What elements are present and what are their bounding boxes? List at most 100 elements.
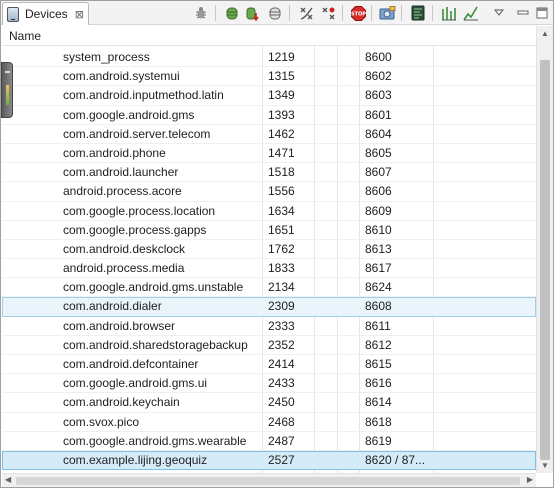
table-row[interactable]: com.google.android.gms.ui 2433 8616	[2, 374, 536, 394]
process-name: com.android.keychain	[63, 395, 180, 410]
view-toolbar: Devices ⊠ STOP	[1, 1, 553, 25]
systrace-icon[interactable]	[409, 4, 427, 22]
threads-icon[interactable]	[297, 4, 315, 22]
process-pid: 2450	[268, 395, 295, 410]
svg-text:STOP: STOP	[351, 11, 366, 17]
process-pid: 1219	[268, 50, 295, 64]
process-pid: 1349	[268, 88, 295, 103]
debug-port: 8609	[365, 203, 392, 218]
close-icon[interactable]: ⊠	[75, 8, 84, 21]
table-row[interactable]: com.android.launcher 1518 8607	[2, 163, 536, 183]
table-rows: system_process 1219 8600 com.android.system…	[2, 48, 536, 471]
view-menu-icon[interactable]	[490, 4, 508, 22]
process-name: com.android.inputmethod.latin	[63, 88, 224, 103]
bug-icon[interactable]	[192, 4, 210, 22]
debug-port: 8619	[365, 433, 392, 448]
table-row[interactable]: com.android.systemui 1315 8602	[2, 67, 536, 87]
debug-port: 8608	[365, 299, 392, 314]
process-pid: 2487	[268, 433, 295, 448]
process-name: com.android.launcher	[63, 165, 179, 180]
debug-port: 8600	[365, 50, 392, 64]
table-row[interactable]: com.google.android.gms.wearable 2487 8619	[2, 432, 536, 451]
process-name: com.google.android.gms.unstable	[63, 280, 244, 295]
table-row[interactable]: com.android.sharedstoragebackup 2352 8612	[2, 336, 536, 355]
debug-port: 8615	[365, 357, 392, 371]
table-row[interactable]: android.process.acore 1556 8606	[2, 182, 536, 202]
process-name: com.android.phone	[63, 145, 166, 160]
process-pid: 1315	[268, 69, 295, 84]
table-row[interactable]: android.process.media 1833 8617	[2, 259, 536, 279]
table-row[interactable]: com.google.process.gapps 1651 8610	[2, 221, 536, 240]
column-header-name[interactable]: Name	[9, 29, 41, 43]
process-name: com.android.server.telecom	[63, 126, 211, 141]
debug-port: 8618	[365, 414, 392, 429]
process-pid: 1762	[268, 241, 295, 256]
debug-port: 8611	[365, 318, 391, 333]
debug-port: 8605	[365, 145, 392, 160]
method-profiling-icon[interactable]	[319, 4, 337, 22]
scroll-down-icon[interactable]: ▼	[541, 461, 549, 470]
table-row[interactable]: com.svox.pico 2468 8618	[2, 413, 536, 432]
table-row[interactable]: com.google.android.gms 1393 8601	[2, 106, 536, 125]
table-row[interactable]: com.google.process.location 1634 8609	[2, 202, 536, 221]
process-name: com.google.process.gapps	[63, 222, 207, 237]
process-pid: 2527	[268, 452, 295, 467]
side-handle[interactable]	[1, 62, 13, 118]
vertical-scrollbar[interactable]: ▲ ▼	[536, 26, 553, 473]
debug-port: 8614	[365, 395, 392, 410]
tab-label: Devices	[25, 7, 68, 21]
process-name: com.android.defcontainer	[63, 357, 199, 371]
table-row[interactable]: com.android.deskclock 1762 8613	[2, 240, 536, 260]
horizontal-scrollbar[interactable]: ◀ ▶	[2, 473, 536, 487]
allocation-tracker-icon[interactable]	[439, 4, 457, 22]
process-pid: 1471	[268, 145, 295, 160]
maximize-icon[interactable]	[533, 4, 551, 22]
table-row[interactable]: com.example.lijing.geoquiz 2527 8620 / 87.…	[2, 450, 536, 471]
process-pid: 1651	[268, 222, 295, 237]
scroll-right-icon[interactable]: ▶	[527, 475, 533, 484]
table-row[interactable]: com.android.browser 2333 8611	[2, 317, 536, 336]
debug-port: 8604	[365, 126, 392, 141]
stop-process-icon[interactable]: STOP	[349, 4, 367, 22]
table-row[interactable]: com.android.defcontainer 2414 8615	[2, 355, 536, 375]
process-name: com.svox.pico	[63, 414, 140, 429]
scroll-left-icon[interactable]: ◀	[5, 475, 11, 484]
gc-icon[interactable]	[266, 4, 284, 22]
process-pid: 2433	[268, 376, 295, 391]
debug-port: 8606	[365, 184, 392, 199]
process-name: com.example.lijing.geoquiz	[63, 452, 208, 467]
process-name: com.android.sharedstoragebackup	[63, 337, 248, 352]
hscroll-thumb[interactable]	[16, 477, 520, 485]
process-pid: 1833	[268, 261, 295, 276]
process-name: com.google.android.gms.wearable	[63, 433, 247, 448]
process-name: com.android.systemui	[63, 69, 180, 84]
heap-dump-icon[interactable]	[244, 4, 262, 22]
table-row[interactable]: com.android.keychain 2450 8614	[2, 393, 536, 413]
heap-icon[interactable]	[223, 4, 241, 22]
table-row[interactable]: com.android.phone 1471 8605	[2, 144, 536, 164]
table-row[interactable]: system_process 1219 8600	[2, 48, 536, 68]
process-pid: 2309	[268, 299, 295, 314]
table-row[interactable]: com.android.dialer 2309 8608	[2, 297, 536, 317]
scroll-thumb[interactable]	[540, 60, 550, 460]
screen-capture-icon[interactable]	[378, 4, 396, 22]
table-row[interactable]: com.android.inputmethod.latin 1349 8603	[2, 86, 536, 106]
process-table: Name system_process 1219 8600 com.android.s…	[2, 26, 536, 473]
debug-port: 8616	[365, 376, 392, 391]
process-pid: 1556	[268, 184, 295, 199]
debug-port: 8612	[365, 337, 392, 352]
process-pid: 1393	[268, 107, 295, 122]
process-name: com.google.android.gms	[63, 107, 195, 122]
tab-devices[interactable]: Devices ⊠	[2, 2, 89, 25]
network-icon[interactable]	[461, 4, 479, 22]
process-name: com.android.dialer	[63, 299, 162, 314]
minimize-icon[interactable]	[514, 4, 532, 22]
process-name: com.google.process.location	[63, 203, 216, 218]
process-name: android.process.acore	[63, 184, 182, 199]
scroll-up-icon[interactable]: ▲	[541, 29, 549, 38]
debug-port: 8607	[365, 165, 392, 180]
table-row[interactable]: com.android.server.telecom 1462 8604	[2, 125, 536, 144]
debug-port: 8613	[365, 241, 392, 256]
process-pid: 1634	[268, 203, 295, 218]
table-row[interactable]: com.google.android.gms.unstable 2134 8624	[2, 278, 536, 298]
